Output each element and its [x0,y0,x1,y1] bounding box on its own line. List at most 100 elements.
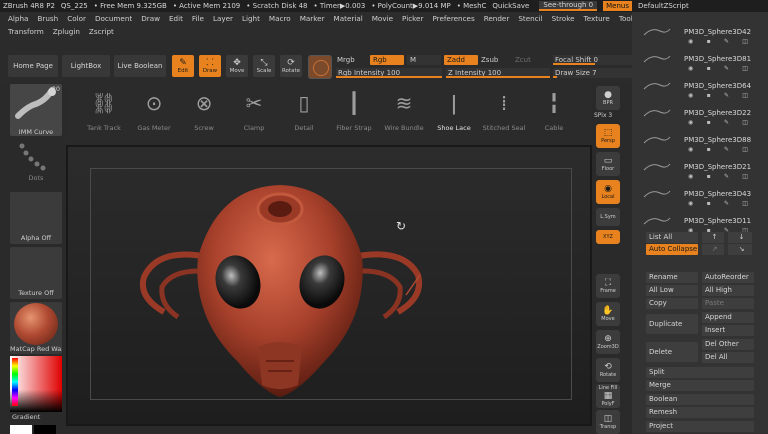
menu-picker[interactable]: Picker [402,14,423,23]
subtool-item[interactable]: PM3D_Sphere3D43 ◉ ▪ ✎ ◫ [642,183,768,210]
menu-color[interactable]: Color [67,14,86,23]
polypaint-icon[interactable]: ▪ [707,146,711,154]
del-other-button[interactable]: Del Other [702,339,754,350]
brush-gas-meter[interactable]: ⊙ Gas Meter [132,84,176,134]
eye-icon[interactable]: ◉ [688,92,693,100]
floor-button[interactable]: ▭ Floor [596,152,620,176]
rgb-intensity-slider[interactable]: Rgb Intensity 100 [336,68,442,78]
subtool-item[interactable]: PM3D_Sphere3D81 ◉ ▪ ✎ ◫ [642,48,768,75]
brush-toggle-icon[interactable]: ✎ [724,65,729,73]
persp-button[interactable]: ⬚ Persp [596,124,620,148]
menu-edit[interactable]: Edit [169,14,183,23]
polypaint-icon[interactable]: ▪ [707,200,711,208]
menu-zscript[interactable]: Zscript [89,27,114,36]
eye-icon[interactable]: ◉ [688,173,693,181]
z-intensity-slider[interactable]: Z Intensity 100 [446,68,550,78]
rotate-mode-button[interactable]: ⟳ Rotate [280,55,302,77]
mrgb-button[interactable]: Mrgb [337,55,355,65]
move-view-button[interactable]: ✋ Move [596,302,620,326]
append-button[interactable]: Append [702,312,754,323]
paste-button[interactable]: Paste [702,298,754,309]
eye-icon[interactable]: ◉ [688,38,693,46]
brush-toggle-icon[interactable]: ✎ [724,92,729,100]
frame-button[interactable]: ⛶ Frame [596,274,620,298]
xyz-button[interactable]: XYZ [596,230,620,244]
fold-icon[interactable]: ◫ [742,146,748,154]
brush-toggle-icon[interactable]: ✎ [724,146,729,154]
scale-mode-button[interactable]: ⤡ Scale [253,55,275,77]
zoom3d-button[interactable]: ⊕ Zoom3D [596,330,620,354]
menu-tool[interactable]: Tool [619,14,633,23]
stroke-button[interactable]: Dots [10,140,62,184]
menu-marker[interactable]: Marker [300,14,325,23]
all-high-button[interactable]: All High [702,285,754,296]
spix-slider[interactable]: SPix 3 [594,112,612,119]
eye-icon[interactable]: ◉ [688,146,693,154]
current-brush-button[interactable]: 30 IMM Curve [10,84,62,136]
bpr-render-button[interactable]: ● BPR [596,86,620,110]
move-down-button[interactable]: ↓ [728,232,752,243]
boolean-section[interactable]: Boolean [646,394,754,405]
fold-icon[interactable]: ◫ [742,119,748,127]
copy-button[interactable]: Copy [646,298,698,309]
brush-toggle-icon[interactable]: ✎ [724,200,729,208]
subtool-item[interactable]: PM3D_Sphere3D21 ◉ ▪ ✎ ◫ [642,156,768,183]
polypaint-icon[interactable]: ▪ [707,173,711,181]
menu-layer[interactable]: Layer [213,14,233,23]
del-all-button[interactable]: Del All [702,352,754,363]
see-through-slider[interactable]: See-through 0 [539,1,598,11]
brush-toggle-icon[interactable]: ✎ [724,119,729,127]
auto-collapse-button[interactable]: Auto Collapse [646,244,698,255]
m-button[interactable]: M [407,55,441,65]
arrow-br-button[interactable]: ↘ [728,244,752,255]
subtool-controls[interactable]: ◉ ▪ ✎ ◫ [688,200,748,208]
delete-button[interactable]: Delete [646,342,698,362]
brush-toggle-icon[interactable]: ✎ [724,173,729,181]
subtool-controls[interactable]: ◉ ▪ ✎ ◫ [688,92,748,100]
material-swatch-button[interactable] [308,55,332,79]
alien-head-model[interactable] [68,147,590,424]
draw-mode-button[interactable]: ⸬ Draw [199,55,221,77]
polypaint-icon[interactable]: ▪ [707,65,711,73]
menus-toggle-button[interactable]: Menus [603,1,633,11]
lsym-button[interactable]: L.Sym [596,208,620,226]
fold-icon[interactable]: ◫ [742,92,748,100]
brush-fiber-strap[interactable]: ┃ Fiber Strap [332,84,376,134]
document-canvas[interactable]: ↻ [68,147,590,424]
menu-render[interactable]: Render [484,14,510,23]
local-button[interactable]: ◉ Local [596,180,620,204]
rgb-button[interactable]: Rgb [370,55,404,65]
eye-icon[interactable]: ◉ [688,200,693,208]
brush-detail[interactable]: ▯ Detail [282,84,326,134]
menu-material[interactable]: Material [334,14,363,23]
menu-light[interactable]: Light [242,14,260,23]
menu-transform[interactable]: Transform [8,27,44,36]
arrow-tr-button[interactable]: ↗ [702,244,724,255]
move-mode-button[interactable]: ✥ Move [226,55,248,77]
auto-reorder-button[interactable]: AutoReorder [702,272,754,283]
menu-document[interactable]: Document [95,14,132,23]
subtool-controls[interactable]: ◉ ▪ ✎ ◫ [688,173,748,181]
polyf-button[interactable]: Line Fill ▦ PolyF [596,384,620,408]
menu-brush[interactable]: Brush [37,14,58,23]
all-low-button[interactable]: All Low [646,285,698,296]
default-zscript-button[interactable]: DefaultZScript [638,2,689,10]
main-color-swatch[interactable] [10,425,32,434]
insert-button[interactable]: Insert [702,325,754,336]
subtool-controls[interactable]: ◉ ▪ ✎ ◫ [688,119,748,127]
focal-shift-slider[interactable]: Focal Shift 0 [553,55,637,65]
transp-button[interactable]: ◫ Transp [596,410,620,434]
polypaint-icon[interactable]: ▪ [707,119,711,127]
polypaint-icon[interactable]: ▪ [707,92,711,100]
menu-zplugin[interactable]: Zplugin [53,27,80,36]
polypaint-icon[interactable]: ▪ [707,38,711,46]
zsub-button[interactable]: Zsub [481,55,498,65]
edit-mode-button[interactable]: ✎ Edit [172,55,194,77]
hue-strip[interactable] [12,358,18,406]
subtool-item[interactable]: PM3D_Sphere3D64 ◉ ▪ ✎ ◫ [642,75,768,102]
remesh-section[interactable]: Remesh [646,407,754,418]
subtool-controls[interactable]: ◉ ▪ ✎ ◫ [688,38,748,46]
merge-section[interactable]: Merge [646,380,754,391]
draw-size-slider[interactable]: Draw Size 7 [553,68,637,78]
color-picker[interactable] [10,356,62,412]
